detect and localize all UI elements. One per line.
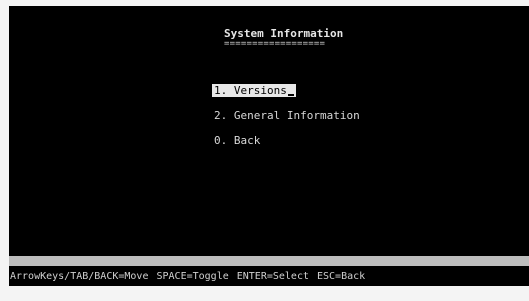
page-title: System Information [224,27,344,40]
key-help-line: ArrowKeys/TAB/BACK=Move SPACE=Toggle ENTER… [10,272,373,282]
terminal-screen: System Information ================== 1.… [9,6,529,286]
title-underline: ================== [224,39,326,49]
help-move: ArrowKeys/TAB/BACK=Move [10,271,149,282]
main-menu: 1. Versions 2. General Information 0. Ba… [212,84,362,159]
menu-item-back[interactable]: 0. Back [212,134,362,147]
text-cursor [287,94,294,96]
help-toggle: SPACE=Toggle [156,271,229,282]
menu-item-versions[interactable]: 1. Versions [212,84,296,97]
status-bar [9,256,529,266]
menu-item-label: 1. Versions [214,84,287,97]
menu-item-general-information[interactable]: 2. General Information [212,109,362,122]
help-select: ENTER=Select [236,271,309,282]
help-back: ESC=Back [316,271,366,282]
window-frame: System Information ================== 1.… [0,0,529,301]
